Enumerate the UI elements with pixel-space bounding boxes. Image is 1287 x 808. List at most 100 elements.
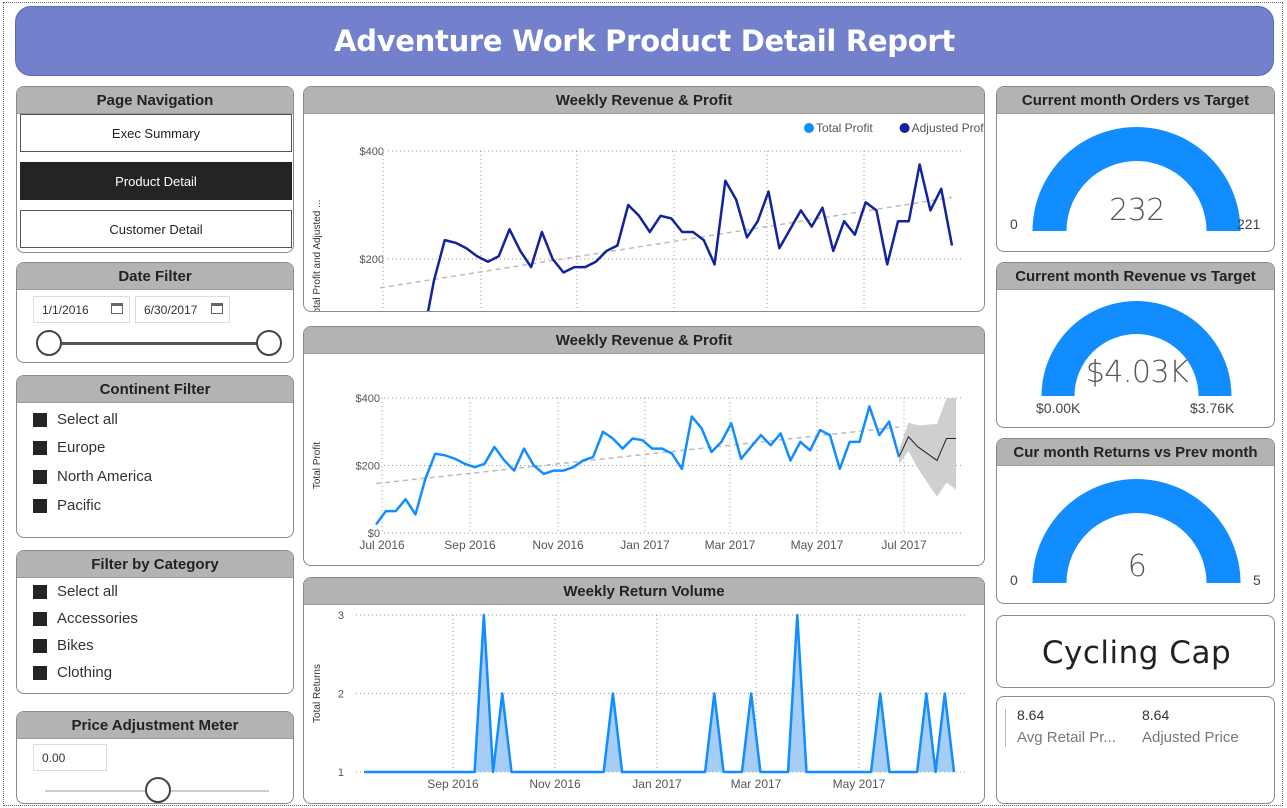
checkbox[interactable] bbox=[33, 638, 47, 653]
end-date-value: 6/30/2017 bbox=[144, 302, 198, 317]
page-navigation-card: Page Navigation Exec Summary Product Det… bbox=[16, 86, 294, 253]
checkbox[interactable] bbox=[33, 412, 47, 427]
gauge-min: 0 bbox=[1010, 572, 1018, 588]
category-option-select-all[interactable]: Select all bbox=[33, 583, 118, 600]
category-filter-title: Filter by Category bbox=[17, 551, 293, 578]
calendar-icon[interactable] bbox=[111, 303, 123, 314]
weekly-return-volume-chart: Weekly Return Volume 1 2 3 Sep 2016 Nov 2016… bbox=[303, 577, 985, 804]
checkbox[interactable] bbox=[33, 665, 47, 680]
checkbox[interactable] bbox=[33, 469, 47, 484]
end-date-input[interactable]: 6/30/2017 bbox=[135, 296, 230, 323]
gauge-min: 0 bbox=[1010, 216, 1018, 232]
option-label: Accessories bbox=[57, 610, 138, 627]
trend-line bbox=[379, 196, 953, 289]
nav-button-exec-summary[interactable]: Exec Summary bbox=[20, 114, 292, 152]
checkbox[interactable] bbox=[33, 440, 47, 455]
y-tick-label: $200 bbox=[356, 461, 380, 473]
kpi-avg-retail-price-label: Avg Retail Pr... bbox=[1017, 729, 1116, 746]
start-date-input[interactable]: 1/1/2016 bbox=[33, 296, 130, 323]
option-label: Europe bbox=[57, 439, 106, 456]
weekly-revenue-profit-chart: Weekly Revenue & Profit $0$200$400Jul 20… bbox=[303, 86, 985, 312]
x-tick-label: May 2017 bbox=[791, 538, 844, 552]
checkbox[interactable] bbox=[33, 584, 47, 599]
x-tick-label: Jan 2017 bbox=[620, 538, 670, 552]
x-tick-label: Nov 2016 bbox=[532, 538, 584, 552]
x-tick-label: Sep 2016 bbox=[427, 777, 479, 791]
x-tick-label: Sep 2016 bbox=[444, 538, 496, 552]
x-tick-label: Jul 2016 bbox=[359, 538, 405, 552]
price-kpi-card: 8.64 Avg Retail Pr... 8.64 Adjusted Pric… bbox=[996, 696, 1275, 804]
chart-title: Weekly Return Volume bbox=[304, 578, 984, 605]
date-filter-title: Date Filter bbox=[17, 263, 293, 290]
legend-marker bbox=[804, 123, 814, 133]
product-name-card: Cycling Cap bbox=[996, 615, 1275, 688]
date-slider-end-handle[interactable] bbox=[256, 330, 282, 356]
nav-button-customer-detail[interactable]: Customer Detail bbox=[20, 210, 292, 248]
orders-gauge bbox=[1032, 127, 1241, 231]
gauge-value: $4.03K bbox=[1085, 355, 1189, 390]
y-tick-label: 3 bbox=[338, 610, 344, 622]
gauge-max: 5 bbox=[1253, 572, 1261, 588]
page-navigation-title: Page Navigation bbox=[17, 87, 293, 114]
option-label: Pacific bbox=[57, 497, 102, 514]
revenue-gauge-card: Current month Revenue vs Target $4.03K $… bbox=[996, 262, 1275, 428]
y-axis-label: Total Returns bbox=[312, 664, 323, 723]
start-date-value: 1/1/2016 bbox=[42, 302, 89, 317]
category-filter-card: Filter by Category Select all Accessorie… bbox=[16, 550, 294, 694]
returns-gauge-card: Cur month Returns vs Prev month 6 0 5 bbox=[996, 438, 1275, 604]
option-label: Clothing bbox=[57, 664, 113, 681]
continent-option-europe[interactable]: Europe bbox=[33, 439, 105, 456]
date-slider-track[interactable] bbox=[49, 342, 269, 345]
page-title: Adventure Work Product Detail Report bbox=[15, 6, 1274, 76]
legend-label: Adjusted Profit bbox=[912, 121, 985, 135]
kpi-adjusted-price-label: Adjusted Price bbox=[1142, 729, 1239, 746]
return-volume-plot: 1 2 3 Sep 2016 Nov 2016 Jan 2017 Mar 2017 May 2… bbox=[312, 610, 966, 791]
revenue-profit-forecast-plot: $0$200$400Jul 2016 Sep 2016 Nov 2016 Jan 20… bbox=[312, 393, 964, 552]
legend-marker bbox=[899, 123, 910, 133]
category-option-bikes[interactable]: Bikes bbox=[33, 637, 94, 654]
y-tick-label: $400 bbox=[360, 146, 384, 158]
y-axis-label: Total Profit bbox=[312, 442, 323, 489]
date-slider-start-handle[interactable] bbox=[36, 330, 62, 356]
gauge-title: Current month Orders vs Target bbox=[997, 87, 1274, 114]
x-tick-label: Mar 2017 bbox=[705, 538, 756, 552]
gauge-max: $3.76K bbox=[1190, 400, 1235, 416]
y-axis-label: Total Profit and Adjusted ... bbox=[312, 200, 323, 312]
option-label: Bikes bbox=[57, 637, 94, 654]
option-label: Select all bbox=[57, 583, 118, 600]
continent-option-north-america[interactable]: North America bbox=[33, 468, 152, 485]
gauge-title: Current month Revenue vs Target bbox=[997, 263, 1274, 290]
checkbox[interactable] bbox=[33, 498, 47, 513]
y-tick-label: 1 bbox=[338, 767, 344, 779]
continent-filter-card: Continent Filter Select all Europe North… bbox=[16, 375, 294, 538]
date-filter-card: Date Filter 1/1/2016 6/30/2017 bbox=[16, 262, 294, 363]
calendar-icon[interactable] bbox=[211, 303, 223, 314]
gauge-value: 232 bbox=[1109, 193, 1165, 228]
price-slider-handle[interactable] bbox=[145, 777, 171, 803]
y-tick-label: $200 bbox=[360, 254, 384, 266]
price-adjustment-input[interactable]: 0.00 bbox=[33, 744, 107, 771]
series-line bbox=[426, 163, 954, 311]
option-label: Select all bbox=[57, 411, 118, 428]
category-option-accessories[interactable]: Accessories bbox=[33, 610, 138, 627]
gauge-max: 221 bbox=[1237, 216, 1261, 232]
forecast-band bbox=[899, 398, 956, 497]
continent-option-select-all[interactable]: Select all bbox=[33, 411, 118, 428]
x-tick-label: Jul 2017 bbox=[881, 538, 927, 552]
orders-gauge-card: Current month Orders vs Target 232 0 221 bbox=[996, 86, 1275, 252]
y-tick-label: 2 bbox=[338, 689, 344, 701]
x-tick-label: Jan 2017 bbox=[632, 777, 682, 791]
y-tick-label: $400 bbox=[356, 393, 380, 405]
x-tick-label: May 2017 bbox=[833, 777, 886, 791]
kpi-adjusted-price-value: 8.64 bbox=[1142, 707, 1170, 723]
trend-line bbox=[375, 426, 900, 485]
revenue-profit-plot: $0$200$400Jul 2016Sep 2016Nov 2016Jan 20… bbox=[312, 121, 985, 312]
gauge-value: 6 bbox=[1127, 549, 1147, 584]
weekly-revenue-profit-forecast-chart: Weekly Revenue & Profit $0 $200 $400 Jul 20… bbox=[303, 326, 985, 566]
checkbox[interactable] bbox=[33, 611, 47, 626]
nav-button-product-detail[interactable]: Product Detail bbox=[20, 162, 292, 200]
product-name: Cycling Cap bbox=[1041, 634, 1232, 671]
continent-option-pacific[interactable]: Pacific bbox=[33, 497, 101, 514]
category-option-clothing[interactable]: Clothing bbox=[33, 664, 112, 681]
option-label: North America bbox=[57, 468, 153, 485]
